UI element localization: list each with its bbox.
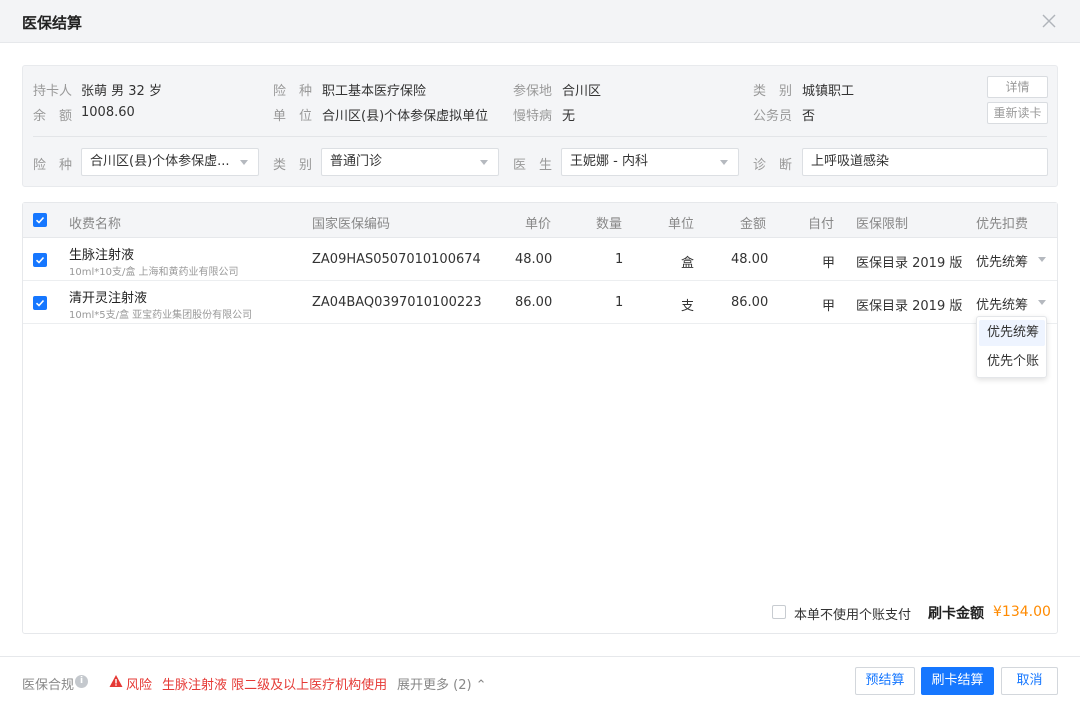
cardholder-label: 持卡人 <box>33 84 73 99</box>
check-icon <box>35 256 45 264</box>
col-header-unit: 单位 <box>668 217 695 232</box>
item-amount: 86.00 <box>731 295 769 310</box>
compliance-label: 医保合规 <box>22 678 75 693</box>
civil-servant-label: 公务员 <box>753 109 793 124</box>
item-unit: 支 <box>681 299 695 314</box>
form-insurance-label: 险 种 <box>33 158 73 173</box>
item-price: 86.00 <box>515 295 553 310</box>
balance-value: 1008.60 <box>81 105 135 120</box>
item-self-pay: 甲 <box>822 299 836 314</box>
risk-label: 风险 <box>126 678 153 693</box>
priority-value: 优先统筹 <box>976 255 1029 270</box>
card-amount-value: ¥134.00 <box>993 604 1051 620</box>
chronic-value: 无 <box>562 109 576 124</box>
dialog-header: 医保结算 <box>0 0 1080 43</box>
doctor-select[interactable]: 王妮娜 - 内科 <box>561 148 739 176</box>
insurance-select[interactable]: 合川区(县)个体参保虚... <box>81 148 259 176</box>
info-row-2: 余 额 1008.60 单 位 合川区(县)个体参保虚拟单位 慢特病 无 公务员… <box>23 105 1057 125</box>
table-row: 生脉注射液 10ml*10支/盒 上海和黄药业有限公司 ZA09HAS05070… <box>23 238 1057 281</box>
dropdown-option-personal[interactable]: 优先个账 <box>979 349 1045 375</box>
no-personal-account-checkbox[interactable] <box>772 605 786 619</box>
unit-label: 单 位 <box>273 109 313 124</box>
chevron-down-icon <box>1038 257 1047 262</box>
item-limit: 医保目录 2019 版 <box>856 299 963 314</box>
dialog-title: 医保结算 <box>22 14 83 32</box>
category-select[interactable]: 普通门诊 <box>321 148 499 176</box>
col-header-name: 收费名称 <box>69 217 122 232</box>
close-icon[interactable] <box>1038 10 1060 32</box>
item-name: 生脉注射液 <box>69 248 135 263</box>
chevron-down-icon <box>1038 300 1047 305</box>
row-checkbox[interactable] <box>33 296 47 310</box>
category-value: 城镇职工 <box>802 84 855 99</box>
info-row-1: 持卡人 张萌 男 32 岁 险 种 职工基本医疗保险 参保地 合川区 类 别 城… <box>23 80 1057 100</box>
check-icon <box>35 299 45 307</box>
insurance-type-value: 职工基本医疗保险 <box>322 84 427 99</box>
dialog-footer: 医保合规 i 风险 生脉注射液 限二级及以上医疗机构使用 展开更多 (2) ⌃ … <box>0 656 1080 706</box>
region-label: 参保地 <box>513 84 553 99</box>
patient-info-panel: 持卡人 张萌 男 32 岁 险 种 职工基本医疗保险 参保地 合川区 类 别 城… <box>22 65 1058 187</box>
priority-select[interactable]: 优先统筹 <box>976 251 1047 270</box>
pre-settle-button[interactable]: 预结算 <box>855 667 915 695</box>
priority-dropdown: 优先统筹 优先个账 <box>976 316 1047 378</box>
col-header-qty: 数量 <box>596 217 623 232</box>
category-select-value: 普通门诊 <box>330 154 383 169</box>
check-icon <box>35 216 45 224</box>
priority-select[interactable]: 优先统筹 <box>976 294 1047 313</box>
cardholder-value: 张萌 男 32 岁 <box>81 84 162 99</box>
item-name: 清开灵注射液 <box>69 291 148 306</box>
item-self-pay: 甲 <box>822 256 836 271</box>
chevron-down-icon <box>240 160 248 165</box>
insurance-type-label: 险 种 <box>273 84 313 99</box>
region-value: 合川区 <box>562 84 602 99</box>
priority-value: 优先统筹 <box>976 298 1029 313</box>
item-spec: 10ml*10支/盒 上海和黄药业有限公司 <box>69 267 239 278</box>
item-price: 48.00 <box>515 252 553 267</box>
reread-card-button[interactable]: 重新读卡 <box>987 102 1048 124</box>
col-header-price: 单价 <box>525 217 552 232</box>
details-button[interactable]: 详情 <box>987 76 1048 98</box>
chevron-down-icon <box>480 160 488 165</box>
info-icon[interactable]: i <box>75 675 88 688</box>
table-header: 收费名称 国家医保编码 单价 数量 单位 金额 自付 医保限制 优先扣费 <box>23 203 1057 238</box>
form-doctor-label: 医 生 <box>513 158 553 173</box>
col-header-amount: 金额 <box>740 217 767 232</box>
col-header-code: 国家医保编码 <box>312 217 391 232</box>
item-spec: 10ml*5支/盒 亚宝药业集团股份有限公司 <box>69 310 253 321</box>
civil-servant-value: 否 <box>802 109 816 124</box>
card-amount-label: 刷卡金额 <box>928 606 984 622</box>
col-header-limit: 医保限制 <box>856 217 909 232</box>
cancel-button[interactable]: 取消 <box>1001 667 1058 695</box>
item-unit: 盒 <box>681 256 695 271</box>
form-category-label: 类 别 <box>273 158 313 173</box>
risk-message: 生脉注射液 限二级及以上医疗机构使用 <box>162 678 388 693</box>
item-code: ZA04BAQ0397010100223 <box>312 295 482 310</box>
chronic-label: 慢特病 <box>513 109 553 124</box>
table-row: 清开灵注射液 10ml*5支/盒 亚宝药业集团股份有限公司 ZA04BAQ039… <box>23 281 1057 324</box>
charge-items-table: 收费名称 国家医保编码 单价 数量 单位 金额 自付 医保限制 优先扣费 生脉注… <box>22 202 1058 634</box>
balance-label: 余 额 <box>33 109 73 124</box>
col-header-priority: 优先扣费 <box>976 217 1029 232</box>
warning-icon <box>109 675 123 687</box>
diagnosis-input[interactable]: 上呼吸道感染 <box>802 148 1048 176</box>
item-qty: 1 <box>615 295 624 310</box>
col-header-self-pay: 自付 <box>808 217 835 232</box>
doctor-select-value: 王妮娜 - 内科 <box>570 154 648 169</box>
item-qty: 1 <box>615 252 624 267</box>
dropdown-option-pooled[interactable]: 优先统筹 <box>979 320 1045 346</box>
item-code: ZA09HAS0507010100674 <box>312 252 481 267</box>
item-amount: 48.00 <box>731 252 769 267</box>
row-checkbox[interactable] <box>33 253 47 267</box>
insurance-select-value: 合川区(县)个体参保虚... <box>90 154 230 169</box>
category-label: 类 别 <box>753 84 793 99</box>
chevron-down-icon <box>720 160 728 165</box>
item-limit: 医保目录 2019 版 <box>856 256 963 271</box>
no-personal-account-label: 本单不使用个账支付 <box>794 608 912 623</box>
expand-more-link[interactable]: 展开更多 (2) ⌃ <box>397 674 487 693</box>
unit-value: 合川区(县)个体参保虚拟单位 <box>322 109 489 124</box>
card-settle-button[interactable]: 刷卡结算 <box>921 667 994 695</box>
info-divider <box>33 136 1047 137</box>
select-all-checkbox[interactable] <box>33 213 47 227</box>
form-diagnosis-label: 诊 断 <box>753 158 793 173</box>
